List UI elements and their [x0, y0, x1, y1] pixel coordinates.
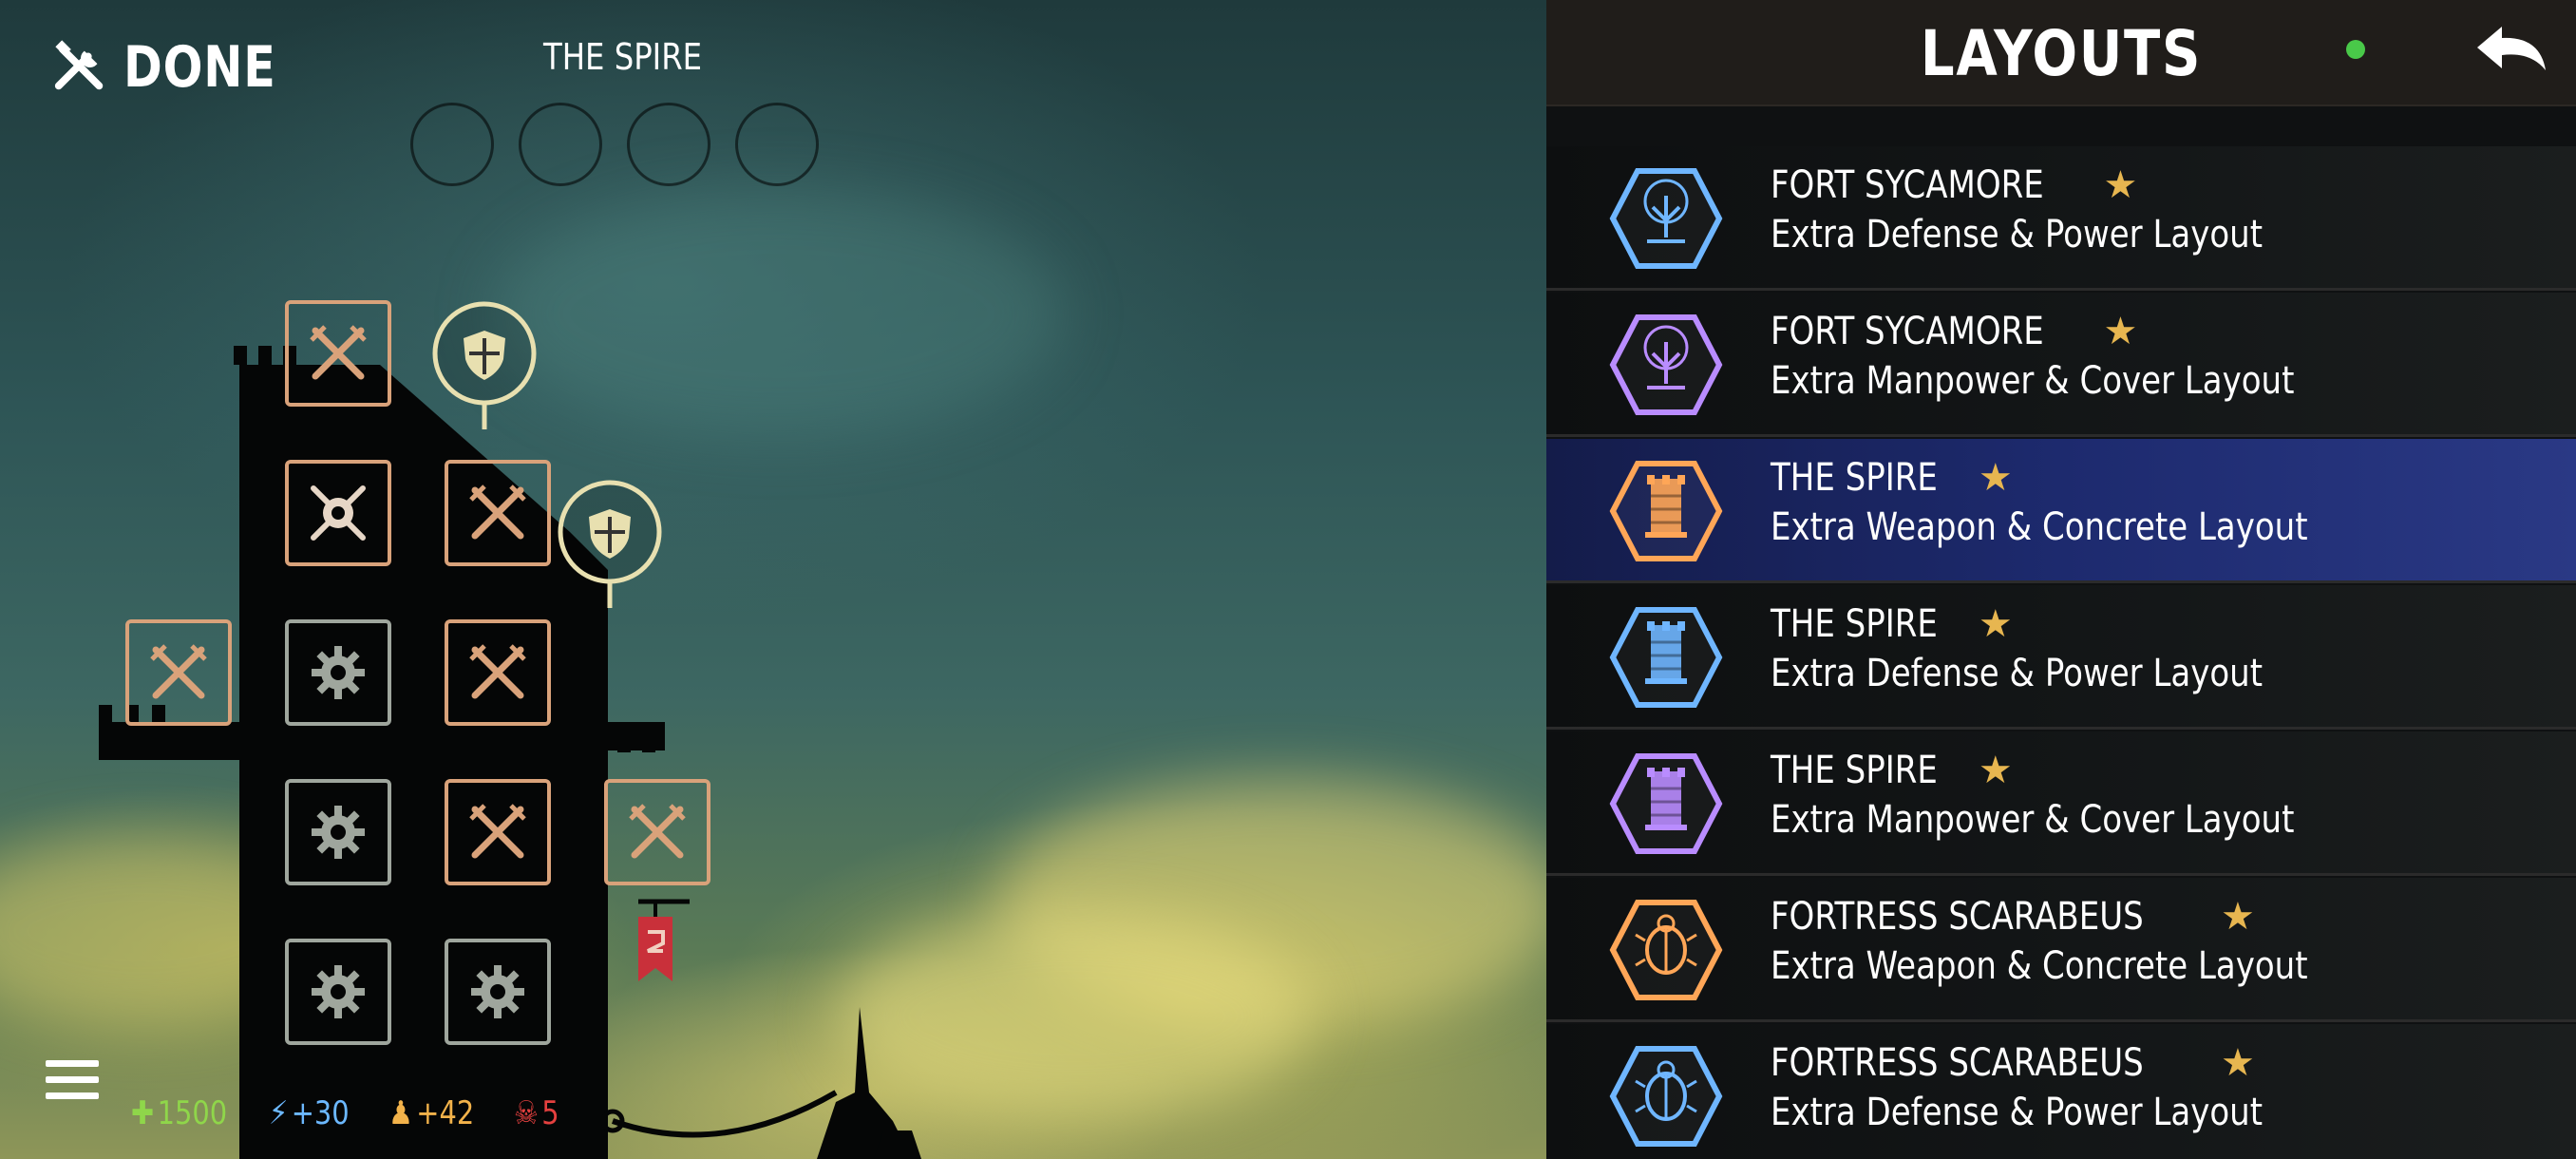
soldier-icon: ♟ — [388, 1094, 413, 1132]
layout-row[interactable]: FORT SYCAMORE ★ Extra Manpower & Cover La… — [1546, 293, 2576, 437]
star-icon: ★ — [2220, 1041, 2255, 1085]
engineer-slot[interactable] — [285, 460, 391, 566]
weapon-slot[interactable] — [285, 300, 391, 407]
engine-slot[interactable] — [285, 939, 391, 1045]
star-icon: ★ — [2220, 895, 2255, 939]
layout-description: Extra Manpower & Cover Layout — [1771, 798, 2295, 842]
layout-name: FORT SYCAMORE ★ — [1771, 310, 2138, 353]
gear-icon — [312, 965, 365, 1018]
power-resource: ⚡ +30 — [269, 1094, 350, 1132]
hamburger-menu-icon[interactable] — [46, 1060, 99, 1109]
layout-row[interactable]: THE SPIRE ★ Extra Defense & Power Layout — [1546, 585, 2576, 730]
resource-bar: ✚ 1500 ⚡ +30 ♟ +42 ☠ 5 — [131, 1094, 567, 1132]
layout-name: FORTRESS SCARABEUS ★ — [1771, 1041, 2255, 1085]
back-arrow-icon[interactable] — [2473, 23, 2549, 84]
gear-icon — [312, 806, 365, 859]
layout-description: Extra Defense & Power Layout — [1771, 652, 2263, 695]
online-status-indicator — [2346, 40, 2365, 59]
layout-description: Extra Weapon & Concrete Layout — [1771, 505, 2308, 549]
layout-row[interactable]: THE SPIRE ★ Extra Weapon & Concrete Layou… — [1546, 439, 2576, 583]
weapon-slot[interactable] — [445, 619, 551, 726]
star-icon: ★ — [1978, 749, 2013, 792]
threat-resource: ☠ 5 — [513, 1094, 559, 1132]
crossed-swords-icon — [629, 804, 686, 859]
layout-description: Extra Manpower & Cover Layout — [1771, 359, 2295, 403]
layout-row[interactable]: THE SPIRE ★ Extra Manpower & Cover Layout — [1546, 732, 2576, 876]
layout-name: THE SPIRE — [543, 36, 703, 78]
tools-icon — [51, 38, 110, 97]
shield-icon — [558, 480, 662, 608]
empty-slot[interactable] — [519, 103, 602, 186]
scarab-icon — [1609, 1046, 1723, 1147]
tower-icon — [1609, 753, 1723, 854]
empty-slot[interactable] — [627, 103, 710, 186]
star-icon: ★ — [1978, 456, 2013, 500]
done-label: DONE — [123, 34, 276, 101]
star-icon: ★ — [2103, 163, 2138, 207]
layout-row[interactable]: FORT SYCAMORE ★ Extra Defense & Power Lay… — [1546, 146, 2576, 291]
crossed-swords-icon — [310, 325, 367, 380]
scarab-icon — [1609, 900, 1723, 1000]
layout-name: THE SPIRE ★ — [1771, 602, 2013, 646]
engine-slot[interactable] — [445, 939, 551, 1045]
gear-icon — [471, 965, 524, 1018]
shield-icon — [432, 301, 537, 429]
panel-header: LAYOUTS — [1546, 0, 2576, 106]
gear-crossed-tools-icon — [311, 485, 366, 541]
health-resource: ✚ 1500 — [131, 1094, 228, 1132]
faction-banner — [636, 898, 693, 987]
weapon-slot[interactable] — [445, 460, 551, 566]
star-icon: ★ — [1978, 602, 2013, 646]
tower-icon — [1609, 461, 1723, 561]
tree-icon — [1609, 168, 1723, 269]
tower-icon — [1609, 607, 1723, 708]
layout-name: FORT SYCAMORE ★ — [1771, 163, 2138, 207]
weapon-slot[interactable] — [445, 779, 551, 885]
engine-slot[interactable] — [285, 779, 391, 885]
layout-row[interactable]: FORTRESS SCARABEUS ★ Extra Weapon & Concr… — [1546, 878, 2576, 1022]
layout-description: Extra Weapon & Concrete Layout — [1771, 944, 2308, 988]
tree-icon — [1609, 314, 1723, 415]
empty-slot[interactable] — [410, 103, 494, 186]
crossed-swords-icon — [469, 644, 526, 699]
plus-icon: ✚ — [131, 1094, 155, 1132]
empty-slot[interactable] — [735, 103, 819, 186]
panel-title: LAYOUTS — [1920, 17, 2203, 90]
weapon-slot[interactable] — [125, 619, 232, 726]
layout-name: THE SPIRE ★ — [1771, 456, 2013, 500]
base-layout-scene: DONE THE SPIRE ✚ 1500 ⚡ +30 ♟ +42 ☠ 5 — [0, 0, 1546, 1159]
done-button[interactable]: DONE — [51, 34, 310, 101]
shield-marker[interactable] — [431, 300, 538, 433]
gear-icon — [312, 646, 365, 699]
flag-icon — [638, 899, 690, 981]
crossed-swords-icon — [150, 644, 207, 699]
manpower-resource: ♟ +42 — [388, 1094, 474, 1132]
layout-name: FORTRESS SCARABEUS ★ — [1771, 895, 2255, 939]
upgrade-slots — [410, 103, 819, 186]
crossed-swords-icon — [469, 484, 526, 540]
crossed-swords-icon — [469, 804, 526, 859]
star-icon: ★ — [2103, 310, 2138, 353]
lightning-icon: ⚡ — [269, 1094, 289, 1132]
layout-name: THE SPIRE ★ — [1771, 749, 2013, 792]
layouts-panel: LAYOUTS FORT SYCAMORE ★ Extra Defense & P… — [1546, 0, 2576, 1159]
layout-row[interactable]: FORTRESS SCARABEUS ★ Extra Defense & Powe… — [1546, 1024, 2576, 1159]
engine-slot[interactable] — [285, 619, 391, 726]
layout-description: Extra Defense & Power Layout — [1771, 1091, 2263, 1134]
skull-icon: ☠ — [513, 1094, 539, 1132]
layout-description: Extra Defense & Power Layout — [1771, 213, 2263, 256]
weapon-slot[interactable] — [604, 779, 710, 885]
shield-marker[interactable] — [557, 479, 663, 612]
